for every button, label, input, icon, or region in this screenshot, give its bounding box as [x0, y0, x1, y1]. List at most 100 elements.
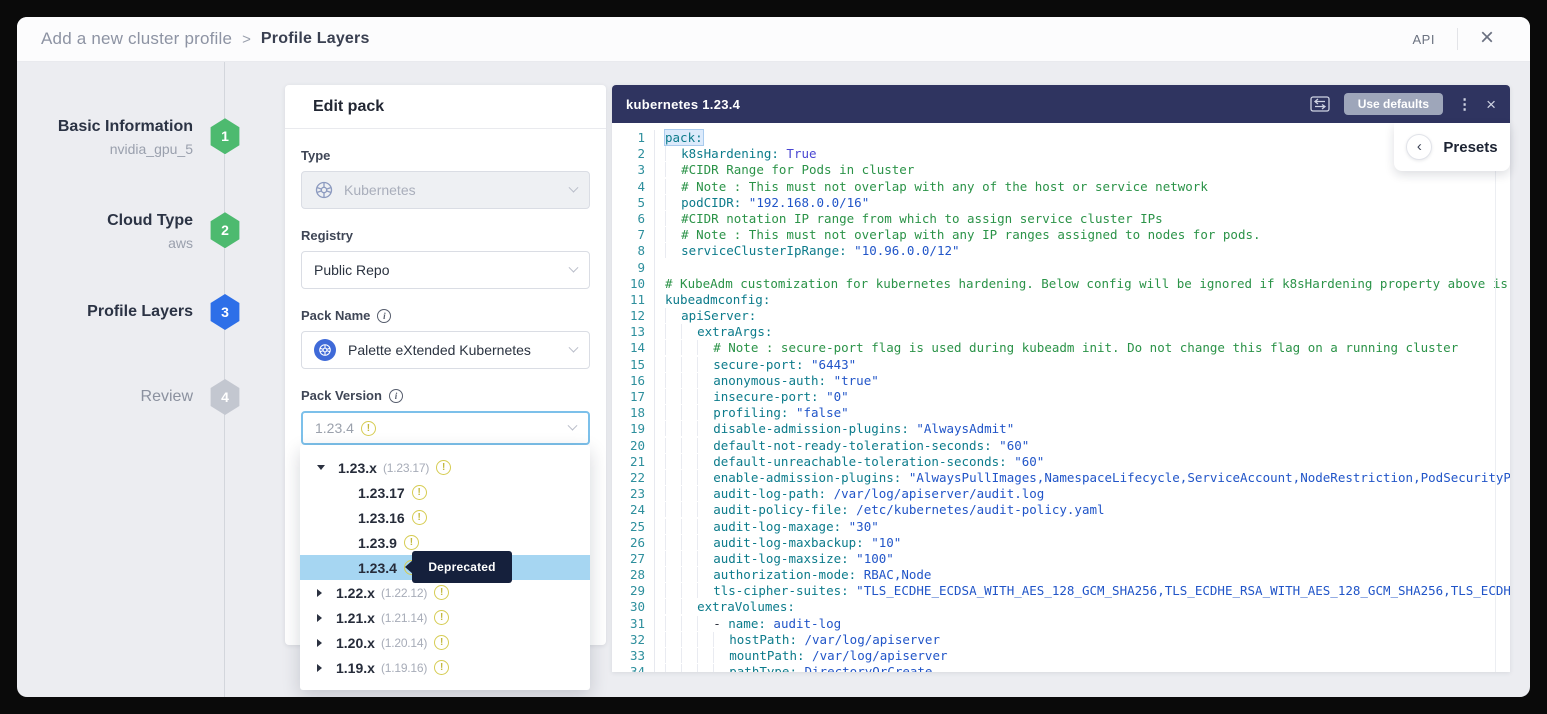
- api-link[interactable]: API: [1413, 32, 1435, 47]
- code-line: 8 serviceClusterIpRange: "10.96.0.0/12": [612, 243, 1510, 259]
- header-divider: [1457, 28, 1458, 50]
- code-line: 31 - name: audit-log: [612, 616, 1510, 632]
- line-number: 31: [612, 616, 654, 632]
- registry-select[interactable]: Public Repo: [301, 251, 590, 289]
- version-option-label: 1.22.x: [336, 585, 375, 601]
- editor-scrollbar[interactable]: [1495, 123, 1496, 672]
- editor-close-icon[interactable]: ×: [1486, 96, 1496, 113]
- line-number: 25: [612, 519, 654, 535]
- code-line: 7 # Note : This must not overlap with an…: [612, 227, 1510, 243]
- line-number: 23: [612, 486, 654, 502]
- presets-collapse-icon[interactable]: ‹: [1406, 134, 1432, 160]
- code-line: 6 #CIDR notation IP range from which to …: [612, 211, 1510, 227]
- version-option-1-21-x[interactable]: 1.21.x(1.21.14)!: [300, 605, 590, 630]
- version-option-latest: (1.19.16): [381, 661, 427, 675]
- line-number: 29: [612, 583, 654, 599]
- warning-icon: !: [412, 510, 427, 525]
- line-number: 8: [612, 243, 654, 259]
- version-option-label: 1.23.x: [338, 460, 377, 476]
- diff-view-icon[interactable]: [1310, 96, 1330, 112]
- stepper-step-cloud-type[interactable]: Cloud Typeaws2: [40, 210, 241, 251]
- warning-icon: !: [404, 535, 419, 550]
- pack-version-select[interactable]: 1.23.4 !: [301, 411, 590, 445]
- presets-label: Presets: [1443, 139, 1497, 156]
- registry-label: Registry: [301, 228, 590, 243]
- step-labels: Profile Layers: [87, 301, 193, 323]
- line-number: 2: [612, 146, 654, 162]
- type-select: Kubernetes: [301, 171, 590, 209]
- pack-name-select[interactable]: Palette eXtended Kubernetes: [301, 331, 590, 369]
- code-line: 10# KubeAdm customization for kubernetes…: [612, 276, 1510, 292]
- info-icon[interactable]: i: [377, 309, 391, 323]
- line-number: 22: [612, 470, 654, 486]
- stepper-step-review[interactable]: Review4: [40, 379, 241, 415]
- stepper-step-basic-information[interactable]: Basic Informationnvidia_gpu_51: [40, 116, 241, 157]
- code-line: 12 apiServer:: [612, 308, 1510, 324]
- line-number: 19: [612, 421, 654, 437]
- step-title: Profile Layers: [87, 301, 193, 323]
- line-number: 34: [612, 664, 654, 672]
- code-line: 23 audit-log-path: /var/log/apiserver/au…: [612, 486, 1510, 502]
- editor-title: kubernetes 1.23.4: [626, 97, 740, 112]
- version-option-1-20-x[interactable]: 1.20.x(1.20.14)!: [300, 630, 590, 655]
- warning-icon: !: [434, 585, 449, 600]
- line-number: 5: [612, 195, 654, 211]
- step-labels: Cloud Typeaws: [107, 210, 193, 251]
- code-line: 1pack:: [612, 130, 1510, 146]
- close-icon[interactable]: ×: [1480, 26, 1506, 52]
- step-number-badge: 4: [209, 379, 241, 415]
- step-labels: Basic Informationnvidia_gpu_5: [58, 116, 193, 157]
- step-subtitle: aws: [107, 235, 193, 251]
- code-line: 22 enable-admission-plugins: "AlwaysPull…: [612, 470, 1510, 486]
- line-number: 17: [612, 389, 654, 405]
- code-line: 32 hostPath: /var/log/apiserver: [612, 632, 1510, 648]
- code-line: 21 default-unreachable-toleration-second…: [612, 454, 1510, 470]
- line-number: 11: [612, 292, 654, 308]
- version-option-1-23-16[interactable]: 1.23.16!: [300, 505, 590, 530]
- code-line: 28 authorization-mode: RBAC,Node: [612, 567, 1510, 583]
- code-line: 24 audit-policy-file: /etc/kubernetes/au…: [612, 502, 1510, 518]
- breadcrumb-current: Profile Layers: [261, 30, 370, 48]
- code-line: 2 k8sHardening: True: [612, 146, 1510, 162]
- type-value: Kubernetes: [344, 182, 416, 198]
- caret-collapsed-icon[interactable]: [317, 614, 322, 622]
- code-line: 27 audit-log-maxsize: "100": [612, 551, 1510, 567]
- registry-value: Public Repo: [314, 262, 390, 278]
- line-number: 1: [612, 130, 654, 146]
- breadcrumb-parent[interactable]: Add a new cluster profile: [41, 29, 232, 49]
- line-number: 13: [612, 324, 654, 340]
- code-area[interactable]: 1pack:2 k8sHardening: True3 #CIDR Range …: [612, 123, 1510, 672]
- chevron-down-icon: [569, 262, 579, 272]
- version-option-label: 1.19.x: [336, 660, 375, 676]
- line-number: 10: [612, 276, 654, 292]
- caret-collapsed-icon[interactable]: [317, 639, 322, 647]
- kebab-menu-icon[interactable]: ⋮: [1457, 97, 1472, 112]
- line-number: 28: [612, 567, 654, 583]
- code-line: 26 audit-log-maxbackup: "10": [612, 535, 1510, 551]
- line-number: 12: [612, 308, 654, 324]
- caret-expanded-icon[interactable]: [317, 465, 325, 470]
- warning-icon: !: [434, 660, 449, 675]
- info-icon[interactable]: i: [389, 389, 403, 403]
- pack-version-dropdown: 1.23.x(1.23.17)!1.23.17!1.23.16!1.23.9!1…: [300, 445, 590, 690]
- editor-header: kubernetes 1.23.4 Use defaults ⋮ ×: [612, 85, 1510, 123]
- version-option-latest: (1.20.14): [381, 636, 427, 650]
- version-option-1-23-x[interactable]: 1.23.x(1.23.17)!: [300, 455, 590, 480]
- line-number: 4: [612, 179, 654, 195]
- code-line: 17 insecure-port: "0": [612, 389, 1510, 405]
- presets-panel: ‹ Presets: [1394, 123, 1510, 171]
- code-line: 16 anonymous-auth: "true": [612, 373, 1510, 389]
- version-option-1-22-x[interactable]: 1.22.x (1.22.12)!: [300, 580, 590, 605]
- code-line: 14 # Note : secure-port flag is used dur…: [612, 340, 1510, 356]
- stepper-step-profile-layers[interactable]: Profile Layers3: [40, 294, 241, 330]
- version-option-1-23-4[interactable]: 1.23.4!Deprecated: [300, 555, 590, 580]
- caret-collapsed-icon[interactable]: [317, 589, 322, 597]
- line-number: 30: [612, 599, 654, 615]
- code-line: 34 pathType: DirectoryOrCreate: [612, 664, 1510, 672]
- caret-collapsed-icon[interactable]: [317, 664, 322, 672]
- use-defaults-button[interactable]: Use defaults: [1344, 93, 1443, 115]
- version-option-latest: (1.22.12): [381, 586, 427, 600]
- wizard-content: Basic Informationnvidia_gpu_51Cloud Type…: [17, 62, 1530, 697]
- version-option-1-23-17[interactable]: 1.23.17!: [300, 480, 590, 505]
- version-option-1-19-x[interactable]: 1.19.x (1.19.16)!: [300, 655, 590, 680]
